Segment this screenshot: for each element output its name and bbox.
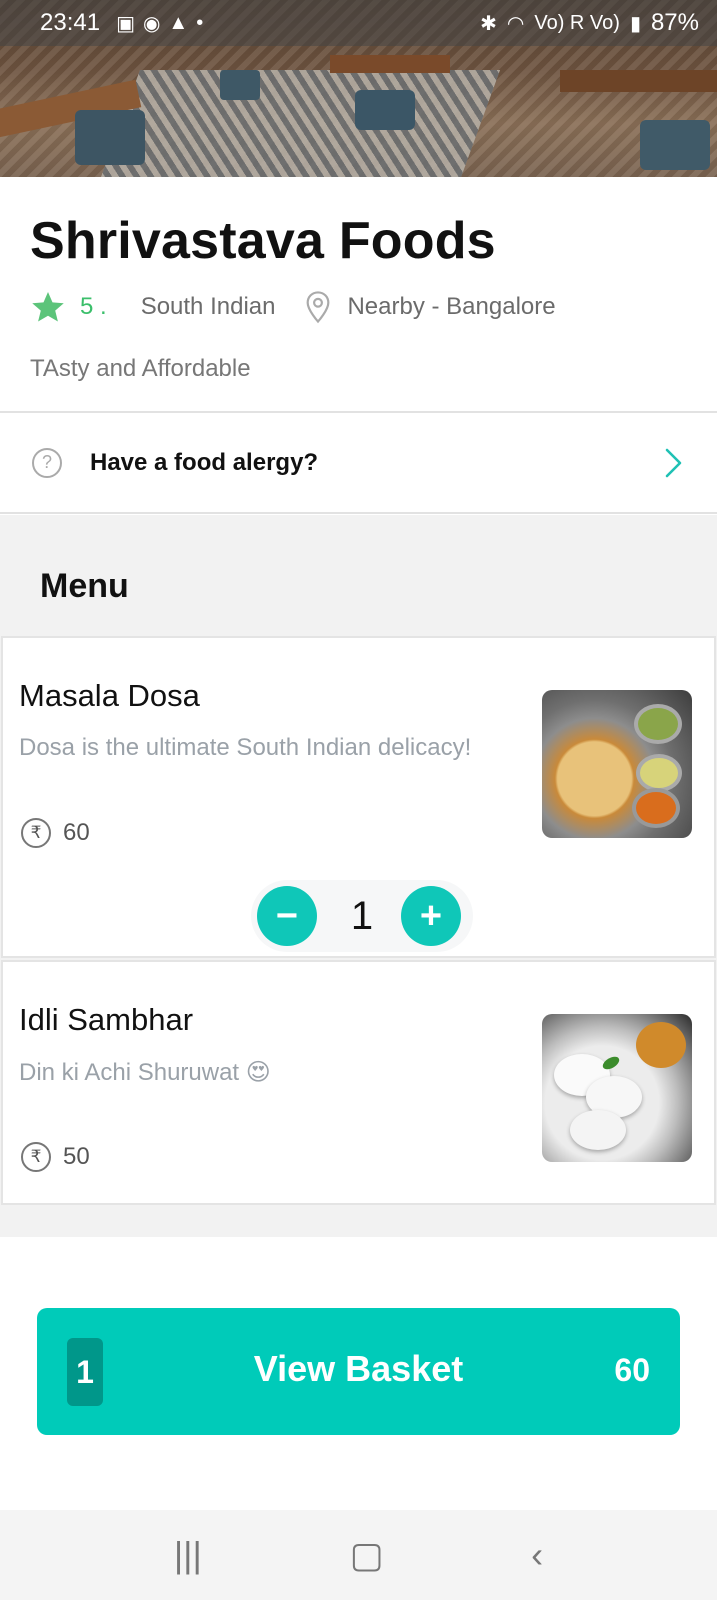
- rupee-icon: ₹: [21, 1142, 51, 1172]
- view-basket-button[interactable]: 1 View Basket 60: [37, 1308, 680, 1435]
- recent-apps-icon[interactable]: |||: [174, 1534, 202, 1576]
- bluetooth-icon: ✱: [480, 12, 497, 35]
- app-icon: ◉: [142, 12, 161, 35]
- dot-icon: •: [196, 11, 204, 34]
- system-navigation-bar: ||| ▢ ‹: [0, 1510, 717, 1600]
- restaurant-tagline: TAsty and Affordable: [30, 355, 251, 382]
- restaurant-meta: 5 . South Indian Nearby - Bangalore: [30, 289, 687, 325]
- menu-section: Menu Masala Dosa Dosa is the ultimate So…: [0, 515, 717, 1237]
- signal-icon: ▮: [629, 12, 641, 35]
- star-icon: [32, 292, 64, 322]
- cuisine-label: South Indian: [140, 293, 276, 320]
- item-name: Idli Sambhar: [19, 1002, 194, 1037]
- signal-text: Vo) R Vo): [534, 11, 620, 34]
- food-allergy-label: Have a food alergy?: [90, 448, 319, 476]
- item-price-value: 60: [63, 819, 90, 846]
- back-icon[interactable]: ‹: [531, 1534, 543, 1576]
- location-pin-icon: [307, 291, 330, 324]
- item-image-dosa: [542, 690, 692, 838]
- question-icon: ?: [32, 447, 62, 478]
- item-price: ₹ 60: [21, 818, 90, 848]
- location-label: Nearby - Bangalore: [347, 293, 556, 320]
- menu-item-masala-dosa[interactable]: Masala Dosa Dosa is the ultimate South I…: [1, 636, 716, 958]
- quantity-stepper: − 1 +: [251, 880, 473, 952]
- rupee-icon: ₹: [21, 818, 51, 848]
- restaurant-page: 23:41 ▣ ◉ ▲ • ✱ ◠ Vo) R Vo) ▮ 87% Shriva…: [0, 0, 717, 1600]
- food-allergy-row[interactable]: ? Have a food alergy?: [0, 411, 717, 514]
- menu-title: Menu: [40, 567, 129, 605]
- item-description: Din ki Achi Shuruwat 😍: [19, 1059, 271, 1086]
- item-price-value: 50: [63, 1143, 90, 1170]
- item-price: ₹ 50: [21, 1142, 90, 1172]
- item-description: Dosa is the ultimate South Indian delica…: [19, 734, 472, 761]
- chevron-right-icon: [665, 448, 682, 477]
- restaurant-name: Shrivastava Foods: [30, 212, 496, 270]
- rating-value: 5 .: [80, 293, 107, 320]
- view-basket-label: View Basket: [253, 1348, 464, 1389]
- home-icon[interactable]: ▢: [350, 1534, 384, 1576]
- notification-icons: ▣ ◉ ▲ •: [116, 11, 203, 36]
- restaurant-info: Shrivastava Foods 5 . South Indian Nearb…: [0, 177, 717, 412]
- basket-total: 60: [614, 1352, 650, 1388]
- image-icon: ▣: [116, 12, 135, 35]
- system-icons: ✱ ◠ Vo) R Vo) ▮ 87%: [480, 9, 699, 37]
- warning-icon: ▲: [168, 11, 189, 34]
- wifi-icon: ◠: [506, 12, 525, 35]
- item-name: Masala Dosa: [19, 678, 200, 713]
- item-image-idli: [542, 1014, 692, 1162]
- menu-item-idli-sambhar[interactable]: Idli Sambhar Din ki Achi Shuruwat 😍 ₹ 50: [1, 960, 716, 1205]
- status-bar: 23:41 ▣ ◉ ▲ • ✱ ◠ Vo) R Vo) ▮ 87%: [0, 0, 717, 46]
- battery-percent: 87%: [650, 9, 699, 36]
- increase-quantity-button[interactable]: +: [401, 886, 461, 946]
- status-time: 23:41: [40, 9, 101, 36]
